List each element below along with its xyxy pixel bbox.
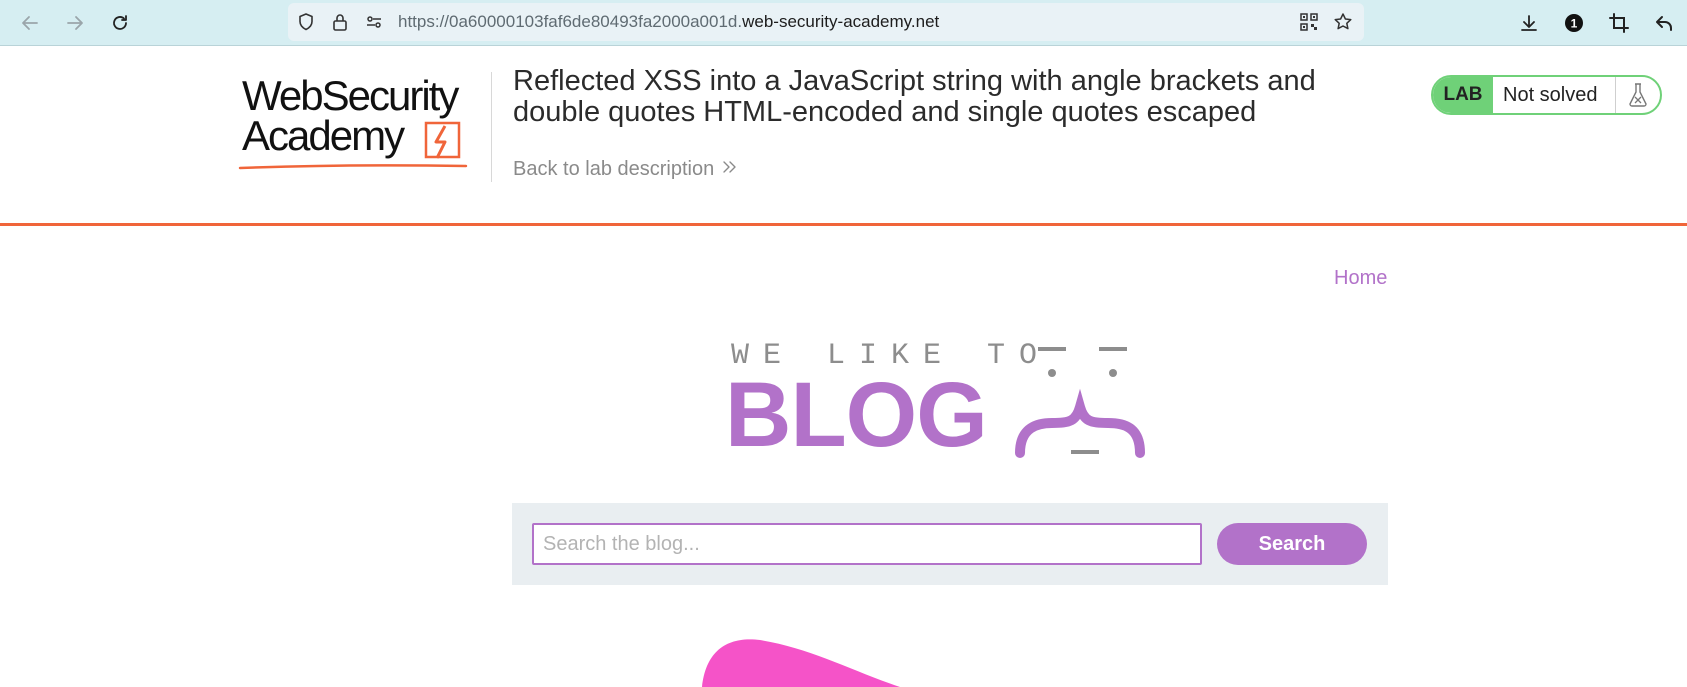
pink-shape-image xyxy=(702,639,900,687)
curly-brace-face-icon xyxy=(1015,347,1145,458)
back-to-lab-description-link[interactable]: Back to lab description xyxy=(513,158,738,181)
qr-code-icon[interactable] xyxy=(1299,12,1319,32)
extension-badge-icon[interactable]: 1 xyxy=(1560,9,1588,37)
url-prefix: https://0a60000103faf6de80493fa2000a001d… xyxy=(398,12,743,31)
lab-title: Reflected XSS into a JavaScript string w… xyxy=(513,65,1316,128)
flask-icon xyxy=(1615,77,1660,113)
back-arrow-icon[interactable] xyxy=(16,9,44,37)
url-text[interactable]: https://0a60000103faf6de80493fa2000a001d… xyxy=(398,12,939,32)
we-like-to-blog-logo: WE LIKE TO BLOG xyxy=(725,335,1175,465)
lab-status-text: Not solved xyxy=(1503,83,1598,106)
home-link[interactable]: Home xyxy=(1334,267,1387,290)
search-button[interactable]: Search xyxy=(1217,523,1367,565)
lab-status-tag: LAB xyxy=(1433,77,1493,113)
blog-wordmark: BLOG xyxy=(725,364,988,466)
shield-icon[interactable] xyxy=(296,12,316,32)
logo-underline xyxy=(238,164,468,170)
search-panel: Search xyxy=(512,503,1388,585)
undo-arrow-icon[interactable] xyxy=(1650,9,1678,37)
lab-header: WebSecurity Academy Reflected XSS into a… xyxy=(0,46,1687,226)
back-link-label: Back to lab description xyxy=(513,158,715,180)
blog-post-image[interactable] xyxy=(700,630,920,687)
crop-icon[interactable] xyxy=(1605,9,1633,37)
extension-badge-count: 1 xyxy=(1571,17,1578,31)
lock-icon[interactable] xyxy=(330,12,350,32)
address-bar[interactable]: https://0a60000103faf6de80493fa2000a001d… xyxy=(288,3,1364,41)
forward-arrow-icon[interactable] xyxy=(61,9,89,37)
permissions-icon[interactable] xyxy=(364,12,384,32)
logo-line-2: Academy xyxy=(242,112,405,159)
url-host: web-security-academy.net xyxy=(742,12,940,31)
double-chevron-icon xyxy=(722,158,738,181)
header-divider xyxy=(491,72,492,182)
reload-icon[interactable] xyxy=(106,9,134,37)
browser-toolbar: https://0a60000103faf6de80493fa2000a001d… xyxy=(0,0,1687,46)
bookmark-star-icon[interactable] xyxy=(1333,12,1353,32)
download-icon[interactable] xyxy=(1515,9,1543,37)
lightning-bolt-icon xyxy=(424,121,461,159)
search-input[interactable] xyxy=(532,523,1202,565)
lab-status-widget: LAB Not solved xyxy=(1431,75,1662,115)
web-security-academy-logo[interactable]: WebSecurity Academy xyxy=(238,72,490,172)
